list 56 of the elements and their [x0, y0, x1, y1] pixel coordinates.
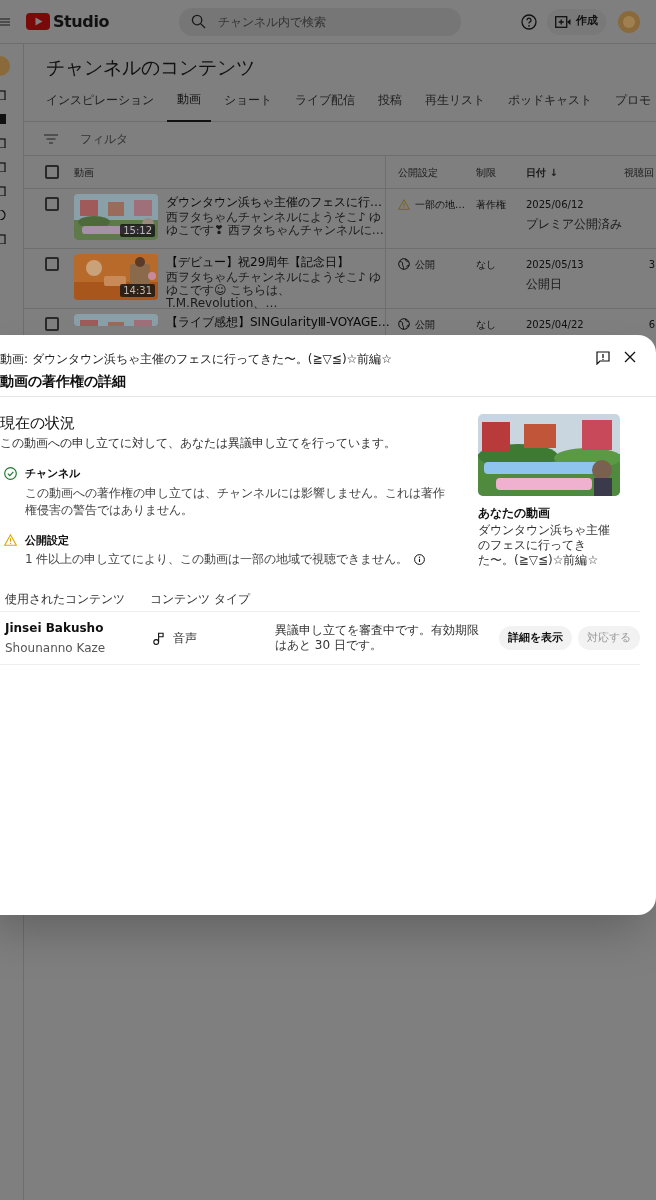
- column-header: コンテンツ タイプ: [150, 591, 252, 608]
- details-button[interactable]: 詳細を表示: [499, 626, 572, 650]
- logo-text: Studio: [53, 10, 110, 33]
- create-button[interactable]: 作成: [547, 8, 607, 35]
- date-label: 2025/06/12: [526, 198, 585, 212]
- tab[interactable]: ライブ配信: [295, 88, 355, 122]
- view-count: 6: [648, 318, 655, 332]
- date-label: 2025/05/13: [526, 258, 585, 272]
- search-input[interactable]: チャンネル内で検索: [218, 12, 439, 31]
- restriction-label: 著作権: [476, 198, 507, 212]
- date-label: 2025/04/22: [526, 318, 585, 332]
- view-count: 3: [648, 258, 655, 272]
- status-text: この動画への申し立てに対して、あなたは異議申し立てを行っています。: [0, 435, 397, 452]
- restriction-label: なし: [476, 318, 497, 332]
- page-title: チャンネルのコンテンツ: [45, 55, 256, 80]
- tab[interactable]: 投稿: [378, 88, 402, 122]
- visibility-label: 公開: [415, 318, 435, 332]
- section-heading: 現在の状況: [0, 413, 76, 433]
- column-header: 動画: [74, 165, 94, 180]
- duration-label: 15:12: [120, 224, 155, 237]
- video-description: 西ヲタちゃんチャンネルにようそこ♪ ゆゆこです☺ こちらは、T.M.Revolution、…: [166, 271, 383, 310]
- column-header: 使用されたコンテンツ: [5, 591, 126, 608]
- content-artist: Shounanno Kaze: [5, 640, 107, 657]
- dialog-subtitle: 動画: ダウンタウン浜ちゃ主催のフェスに行ってきた〜。(≧▽≦)☆前編☆: [0, 351, 393, 368]
- your-video-label: あなたの動画: [478, 505, 551, 522]
- tab[interactable]: インスピレーション: [46, 88, 154, 122]
- filter-field[interactable]: フィルタ: [80, 129, 280, 148]
- status-item-title: チャンネル: [25, 466, 81, 482]
- search-field[interactable]: チャンネル内で検索: [179, 7, 462, 36]
- tab[interactable]: プロモ: [615, 88, 651, 122]
- status-item-text: 1 件以上の申し立てにより、この動画は一部の地域で視聴できません。: [25, 551, 409, 568]
- date-note: プレミア公開済み: [526, 216, 623, 233]
- video-title[interactable]: 【デビュー】祝29周年【記念日】: [166, 254, 350, 270]
- column-header: 公開設定: [398, 165, 438, 180]
- column-header[interactable]: 日付 ↓: [526, 164, 558, 180]
- restriction-label: なし: [476, 258, 497, 272]
- studio-logo[interactable]: Studio: [26, 9, 110, 34]
- column-header: 視聴回: [624, 165, 654, 180]
- tab[interactable]: ポッドキャスト: [508, 88, 592, 122]
- status-item-title: 公開設定: [25, 532, 70, 549]
- duration-label: 14:31: [120, 284, 155, 297]
- content-title: Jinsei Bakusho: [5, 620, 105, 637]
- status-item-text: この動画への著作権の申し立ては、チャンネルには影響しません。これは著作権侵害の警告ではありません。: [25, 484, 445, 519]
- column-header: 制限: [476, 165, 496, 180]
- video-description: 西ヲタちゃんチャンネルにようそこ♪ ゆゆこです❣ 西ヲタちゃんチャンネルに…: [166, 211, 384, 237]
- video-title[interactable]: ダウンタウン浜ちゃ主催のフェスに行…: [166, 194, 382, 210]
- content-type: 音声: [173, 630, 197, 647]
- your-video-title: ダウンタウン浜ちゃ主催のフェスに行ってきた〜。(≧▽≦)☆前編☆: [478, 523, 611, 568]
- tab[interactable]: ショート: [224, 88, 272, 122]
- tab[interactable]: 動画: [167, 88, 211, 122]
- tab[interactable]: 再生リスト: [425, 88, 485, 122]
- date-note: 公開日: [526, 276, 563, 293]
- dialog-title: 動画の著作権の詳細: [0, 372, 127, 391]
- visibility-label: 公開: [415, 258, 435, 272]
- video-title[interactable]: 【ライブ感想】SINGularityⅢ-VOYAGE…: [166, 314, 390, 330]
- claim-status: 異議申し立てを審査中です。有効期限はあと 30 日です。: [275, 623, 480, 653]
